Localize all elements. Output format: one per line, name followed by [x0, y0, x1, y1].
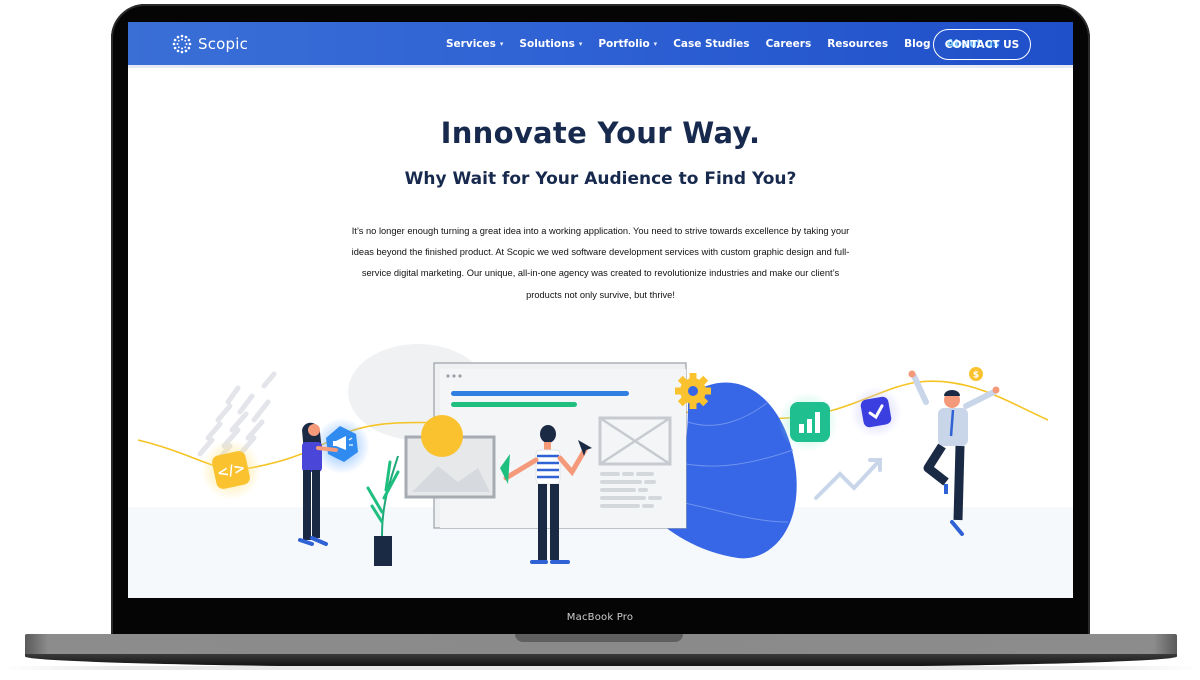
gear-icon	[675, 373, 711, 409]
main-nav: Services ▾ Solutions ▾ Portfolio ▾ Case …	[446, 38, 1015, 50]
brand-logo[interactable]: Scopic	[172, 34, 248, 54]
nav-item-solutions[interactable]: Solutions ▾	[519, 38, 582, 50]
contact-us-button[interactable]: CONTACT US	[933, 29, 1031, 60]
jumping-man-figure	[908, 370, 1000, 536]
code-icon: </>	[212, 451, 250, 489]
bar-chart-icon	[790, 402, 830, 442]
dollar-coin-icon: $	[969, 367, 983, 381]
scopic-logo-icon	[172, 34, 192, 54]
nav-label: Blog	[904, 38, 931, 50]
nav-item-resources[interactable]: Resources	[827, 38, 888, 50]
nav-label: Services	[446, 38, 496, 50]
chevron-down-icon: ▾	[578, 40, 583, 48]
chevron-down-icon: ▾	[653, 40, 658, 48]
illustration-art: </> $	[137, 344, 1049, 566]
nav-item-careers[interactable]: Careers	[766, 38, 812, 50]
hero-illustration: </> $	[128, 322, 1073, 598]
laptop-hinge-notch	[515, 634, 683, 642]
nav-label: Case Studies	[673, 38, 750, 50]
nav-item-portfolio[interactable]: Portfolio ▾	[598, 38, 657, 50]
top-navbar: Scopic Services ▾ Solutions ▾ Portfolio …	[128, 22, 1073, 68]
yellow-circle	[421, 415, 463, 457]
device-model-label: MacBook Pro	[566, 612, 634, 623]
hero-subtitle: Why Wait for Your Audience to Find You?	[404, 169, 797, 189]
checkmark-icon	[860, 396, 892, 428]
browser-screen: Scopic Services ▾ Solutions ▾ Portfolio …	[128, 22, 1073, 598]
trend-arrow-icon	[814, 458, 882, 500]
brand-name: Scopic	[198, 35, 249, 53]
nav-item-services[interactable]: Services ▾	[446, 38, 503, 50]
hero-description: It’s no longer enough turning a great id…	[351, 226, 850, 300]
nav-label: Portfolio	[598, 38, 650, 50]
hero-title: Innovate Your Way.	[440, 116, 761, 150]
floor-shadow	[0, 666, 1200, 670]
nav-item-case-studies[interactable]: Case Studies	[673, 38, 749, 50]
nav-label: Resources	[827, 38, 889, 50]
nav-item-blog[interactable]: Blog	[904, 38, 930, 50]
svg-text:$: $	[973, 371, 979, 381]
nav-label: Careers	[765, 38, 812, 50]
chevron-down-icon: ▾	[499, 40, 504, 48]
plant-illustration	[366, 455, 400, 566]
nav-label: Solutions	[519, 38, 575, 50]
